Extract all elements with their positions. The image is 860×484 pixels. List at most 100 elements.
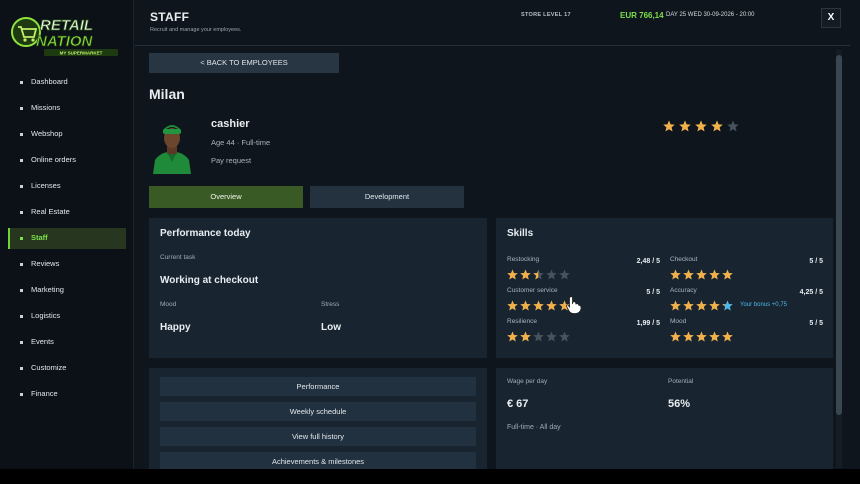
star-icon bbox=[696, 331, 707, 342]
sidebar-item-reviews[interactable]: Reviews bbox=[8, 254, 126, 275]
game-date: DAY 25 WED 30-09-2026 - 20:00 bbox=[666, 12, 755, 18]
logo-text: MY SUPERMARKET bbox=[60, 51, 103, 56]
sidebar-item-licenses[interactable]: Licenses bbox=[8, 176, 126, 197]
current-task-label: Current task bbox=[160, 254, 196, 261]
sidebar-item-real-estate[interactable]: Real Estate bbox=[8, 202, 126, 223]
star-icon bbox=[695, 120, 707, 132]
star-icon bbox=[670, 269, 681, 280]
performance-title: Performance today bbox=[160, 228, 251, 239]
sidebar-item-events[interactable]: Events bbox=[8, 332, 126, 353]
sidebar-item-webshop[interactable]: Webshop bbox=[8, 124, 126, 145]
sidebar-item-label: Customize bbox=[31, 363, 67, 372]
skill-resilience-stars bbox=[507, 331, 570, 342]
star-icon bbox=[670, 331, 681, 342]
sidebar-item-customize[interactable]: Customize bbox=[8, 358, 126, 379]
bullet-icon bbox=[20, 341, 23, 344]
star-icon bbox=[533, 300, 544, 311]
store-level: STORE LEVEL 17 bbox=[521, 12, 571, 18]
sidebar-item-label: Webshop bbox=[31, 129, 63, 138]
skill-accuracy-value: 4,25 / 5 bbox=[799, 289, 823, 296]
sidebar: RETAIL NATION MY SUPERMARKET Dashboard Mi… bbox=[0, 0, 134, 469]
page-title: STAFF bbox=[150, 10, 190, 24]
mood-value: Happy bbox=[160, 322, 191, 333]
sidebar-item-label: Reviews bbox=[31, 259, 60, 268]
sidebar-item-label: Finance bbox=[31, 389, 58, 398]
mood-label: Mood bbox=[160, 301, 177, 308]
scrollbar-thumb[interactable] bbox=[836, 55, 842, 415]
money-balance: EUR 766,14 bbox=[620, 11, 664, 20]
star-icon bbox=[533, 331, 544, 342]
star-icon bbox=[722, 269, 733, 280]
bullet-icon bbox=[20, 81, 23, 84]
performance-panel: Performance today Current task Working a… bbox=[149, 218, 487, 358]
performance-button[interactable]: Performance bbox=[160, 377, 476, 396]
employee-rating bbox=[663, 120, 739, 132]
star-icon bbox=[683, 269, 694, 280]
star-icon bbox=[520, 300, 531, 311]
star-icon bbox=[683, 300, 694, 311]
skill-restocking-label: Restocking bbox=[507, 256, 540, 263]
star-icon bbox=[546, 300, 557, 311]
skill-accuracy-stars bbox=[670, 300, 733, 311]
bullet-icon bbox=[20, 393, 23, 396]
current-task: Working at checkout bbox=[160, 275, 259, 286]
sidebar-item-label: Dashboard bbox=[31, 77, 68, 86]
star-icon bbox=[546, 269, 557, 280]
star-icon bbox=[533, 269, 544, 280]
bullet-icon bbox=[20, 185, 23, 188]
skill-checkout-value: 5 / 5 bbox=[809, 258, 823, 265]
sidebar-item-staff[interactable]: Staff bbox=[8, 228, 126, 249]
schedule-info: Full-time · All day bbox=[507, 424, 561, 431]
employee-avatar bbox=[149, 118, 195, 174]
star-icon bbox=[709, 300, 720, 311]
page-subtitle: Recruit and manage your employees. bbox=[150, 27, 242, 33]
bullet-icon bbox=[20, 289, 23, 292]
skill-checkout-stars bbox=[670, 269, 733, 280]
star-icon bbox=[679, 120, 691, 132]
view-full-history-button[interactable]: View full history bbox=[160, 427, 476, 446]
logo-text: NATION bbox=[36, 33, 94, 50]
star-icon bbox=[520, 331, 531, 342]
skill-restocking-stars bbox=[507, 269, 570, 280]
tab-development[interactable]: Development bbox=[310, 186, 464, 208]
sidebar-item-logistics[interactable]: Logistics bbox=[8, 306, 126, 327]
bullet-icon bbox=[20, 133, 23, 136]
close-button[interactable]: X bbox=[821, 8, 841, 28]
star-icon bbox=[722, 300, 733, 311]
hand-cursor-icon bbox=[566, 296, 582, 314]
sidebar-item-finance[interactable]: Finance bbox=[8, 384, 126, 405]
skills-title: Skills bbox=[507, 228, 534, 239]
skill-bonus: Your bonus +0,75 bbox=[740, 302, 787, 308]
pay-request-link[interactable]: Pay request bbox=[211, 156, 251, 165]
star-icon bbox=[520, 269, 531, 280]
wage-value: € 67 bbox=[507, 398, 529, 410]
weekly-schedule-button[interactable]: Weekly schedule bbox=[160, 402, 476, 421]
employee-role: cashier bbox=[211, 118, 250, 130]
sidebar-item-marketing[interactable]: Marketing bbox=[8, 280, 126, 301]
star-icon bbox=[683, 331, 694, 342]
bullet-icon bbox=[20, 107, 23, 110]
stress-value: Low bbox=[321, 322, 341, 333]
sidebar-item-dashboard[interactable]: Dashboard bbox=[8, 72, 126, 93]
bullet-icon bbox=[20, 237, 23, 240]
skill-checkout-label: Checkout bbox=[670, 256, 698, 263]
skill-restocking-value: 2,48 / 5 bbox=[636, 258, 660, 265]
sidebar-item-label: Staff bbox=[31, 233, 48, 242]
star-icon bbox=[507, 331, 518, 342]
potential-value: 56% bbox=[668, 398, 691, 410]
tab-overview[interactable]: Overview bbox=[149, 186, 303, 208]
star-icon bbox=[670, 300, 681, 311]
star-icon bbox=[722, 331, 733, 342]
sidebar-item-label: Online orders bbox=[31, 155, 77, 164]
logo-text: RETAIL bbox=[40, 17, 93, 34]
star-icon bbox=[507, 300, 518, 311]
sidebar-item-missions[interactable]: Missions bbox=[8, 98, 126, 119]
skill-customer-service-value: 5 / 5 bbox=[646, 289, 660, 296]
back-to-employees-button[interactable]: < BACK TO EMPLOYEES bbox=[149, 53, 339, 73]
star-icon bbox=[559, 331, 570, 342]
achievements-milestones-button[interactable]: Achievements & milestones bbox=[160, 452, 476, 469]
skill-mood-value: 5 / 5 bbox=[809, 320, 823, 327]
app-window: RETAIL NATION MY SUPERMARKET Dashboard Mi… bbox=[0, 0, 860, 469]
retail-nation-logo[interactable]: RETAIL NATION MY SUPERMARKET bbox=[10, 10, 126, 60]
sidebar-item-online-orders[interactable]: Online orders bbox=[8, 150, 126, 171]
